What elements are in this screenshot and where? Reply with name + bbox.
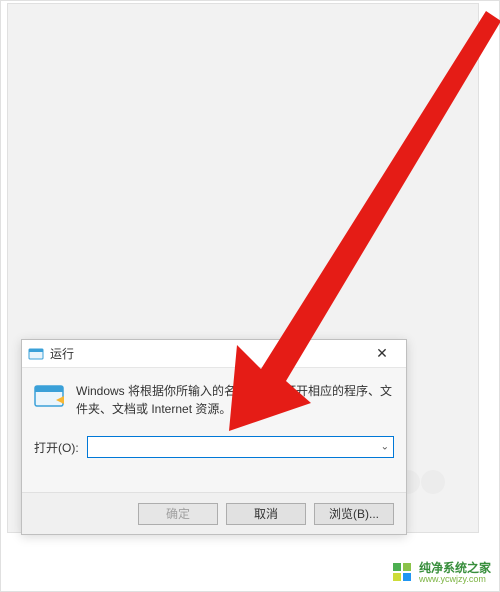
close-icon: ✕ (376, 345, 388, 362)
chevron-down-icon: ⌄ (381, 442, 389, 453)
close-button[interactable]: ✕ (362, 340, 402, 368)
dialog-body: Windows 将根据你所输入的名称，为你打开相应的程序、文件夹、文档或 Int… (22, 368, 406, 458)
open-combobox[interactable]: ⌄ (87, 436, 394, 458)
cancel-button[interactable]: 取消 (226, 503, 306, 525)
run-dialog-icon (28, 346, 44, 362)
run-dialog: 运行 ✕ Windows 将根据你所输入的名称，为你打开相应的程序、文件夹、文档… (21, 339, 407, 535)
dialog-title: 运行 (50, 345, 362, 362)
dialog-button-bar: 确定 取消 浏览(B)... (22, 492, 406, 534)
watermark-logo-icon (393, 563, 413, 583)
open-label: 打开(O): (34, 439, 79, 456)
watermark-text: 纯净系统之家 www.ycwjzy.com (419, 562, 491, 585)
browse-button[interactable]: 浏览(B)... (314, 503, 394, 525)
description-row: Windows 将根据你所输入的名称，为你打开相应的程序、文件夹、文档或 Int… (34, 382, 394, 418)
open-input-row: 打开(O): ⌄ (34, 436, 394, 458)
run-large-icon (34, 382, 66, 410)
titlebar: 运行 ✕ (22, 340, 406, 368)
watermark: 纯净系统之家 www.ycwjzy.com (393, 562, 491, 585)
dialog-description: Windows 将根据你所输入的名称，为你打开相应的程序、文件夹、文档或 Int… (76, 382, 394, 418)
ok-button[interactable]: 确定 (138, 503, 218, 525)
screenshot-frame: 运行 ✕ Windows 将根据你所输入的名称，为你打开相应的程序、文件夹、文档… (0, 0, 500, 592)
watermark-url: www.ycwjzy.com (419, 575, 491, 585)
